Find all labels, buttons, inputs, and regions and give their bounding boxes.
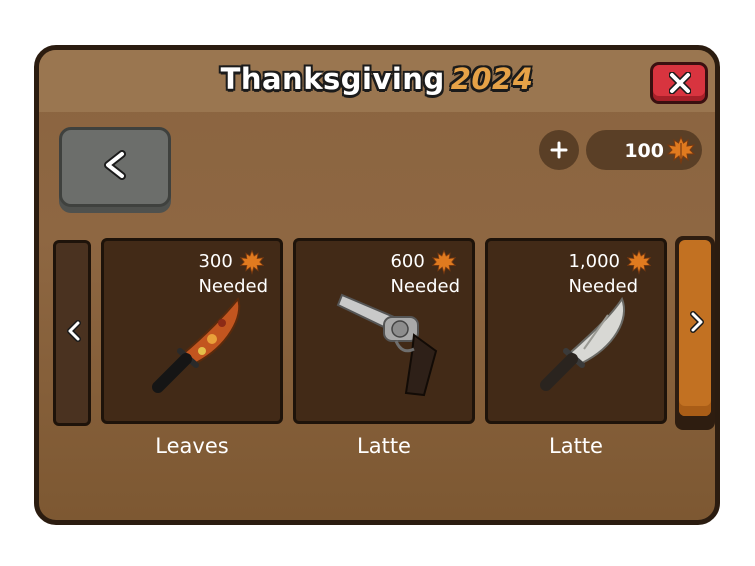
item-name: Latte [549,434,603,458]
title-year: 2024 [450,62,534,96]
chevron-left-icon [104,150,126,180]
currency-display: 100 [586,130,702,170]
chevron-right-icon [690,311,704,333]
item-card[interactable]: 300 Needed [101,238,283,424]
add-currency-button[interactable] [539,130,579,170]
next-page-button[interactable] [675,236,715,430]
revolver-icon [336,293,438,397]
item-card[interactable]: 1,000 Needed [485,238,667,424]
page-title: Thanksgiving 2024 [39,62,715,96]
item-name: Leaves [155,434,229,458]
prev-page-button[interactable] [53,240,91,426]
title-bar: Thanksgiving 2024 [39,50,715,112]
chevron-left-icon [67,320,81,342]
title-text: Thanksgiving [220,62,445,96]
maple-leaf-icon [666,135,696,165]
plus-icon [550,141,568,159]
close-icon [669,72,691,94]
currency-amount: 100 [624,140,664,162]
shop-panel: Thanksgiving 2024 100 300 Needed Leaves … [34,45,720,525]
item-name: Latte [357,434,411,458]
knife-leaves-icon [152,296,241,393]
item-card[interactable]: 600 Needed [293,238,475,424]
close-button[interactable] [650,62,708,104]
back-button[interactable] [59,127,171,207]
knife-latte-icon [540,296,625,391]
